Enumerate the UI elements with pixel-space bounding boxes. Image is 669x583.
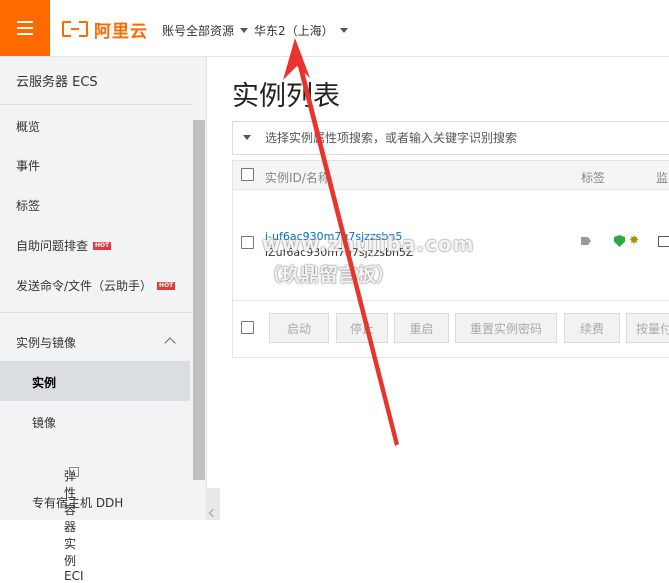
monitor-icon[interactable] (658, 236, 669, 247)
caret-down-icon (339, 28, 348, 33)
pay-as-you-go-button[interactable]: 按量付 (626, 313, 669, 343)
instance-search-bar[interactable] (232, 121, 669, 155)
column-header-monitor: 监 (656, 171, 669, 185)
caret-down-icon (240, 28, 249, 33)
hot-badge: HOT (157, 281, 176, 290)
column-header-tags: 标签 (581, 171, 606, 185)
column-header-id-name: 实例ID/名称 (265, 171, 330, 185)
hamburger-icon (17, 21, 33, 23)
sidebar-scrollbar[interactable] (193, 120, 205, 480)
chevron-up-icon[interactable] (164, 337, 176, 349)
sidebar-item-images[interactable]: 镜像 (0, 401, 190, 441)
renew-button[interactable]: 续费 (564, 313, 620, 343)
sidebar-title[interactable]: 云服务器 ECS (16, 71, 98, 90)
hot-badge: HOT (93, 241, 112, 250)
gear-icon[interactable]: ✸ (629, 234, 641, 246)
select-all-checkbox[interactable] (241, 168, 254, 181)
sidebar-item-eci[interactable]: 弹性容器实例 ECI (0, 441, 190, 583)
restart-button[interactable]: 重启 (394, 313, 449, 343)
account-scope-dropdown[interactable]: 账号全部资源 (162, 22, 249, 39)
batch-select-checkbox[interactable] (241, 321, 254, 334)
stop-button[interactable]: 停止 (336, 313, 388, 343)
instance-id-link[interactable]: i-uf6ac930m7q7sjzzsbn5 (265, 230, 402, 243)
aliyun-logo[interactable]: 阿里云 (62, 19, 148, 42)
instance-name: iZuf6ac930m7q7sjzzsbn5Z (265, 246, 414, 259)
sidebar: 云服务器 ECS 概览 事件 标签 自助问题排查 HOT 发送命令/文件（云助手… (0, 57, 207, 583)
aliyun-logo-icon (62, 21, 88, 37)
brand-name: 阿里云 (94, 21, 148, 42)
external-link-icon (69, 467, 79, 477)
tag-icon[interactable] (581, 237, 591, 245)
table-header: 实例ID/名称 标签 监 (233, 161, 669, 190)
sidebar-collapse-handle[interactable] (206, 488, 220, 520)
top-navbar: 阿里云 账号全部资源 华东2（上海） (0, 0, 669, 57)
sidebar-item-overview[interactable]: 概览 (16, 118, 40, 135)
sidebar-section-instances-images[interactable]: 实例与镜像 (16, 334, 76, 351)
sidebar-item-troubleshoot[interactable]: 自助问题排查 HOT (16, 237, 112, 254)
sidebar-item-ddh[interactable]: 专有宿主机 DDH (0, 481, 190, 521)
start-button[interactable]: 启动 (269, 313, 329, 343)
instance-table: 实例ID/名称 标签 监 i-uf6ac930m7q7sjzzsbn5 iZuf… (232, 160, 669, 358)
sidebar-item-cloud-assistant[interactable]: 发送命令/文件（云助手） HOT (16, 277, 176, 294)
page-title: 实例列表 (232, 81, 340, 112)
security-shield-icon[interactable] (614, 235, 625, 247)
caret-down-icon[interactable] (243, 135, 251, 140)
search-input[interactable] (263, 128, 667, 148)
reset-password-button[interactable]: 重置实例密码 (455, 313, 557, 343)
table-row: i-uf6ac930m7q7sjzzsbn5 iZuf6ac930m7q7sjz… (233, 190, 669, 301)
hamburger-menu-button[interactable] (0, 0, 50, 56)
batch-action-bar: 启动 停止 重启 重置实例密码 续费 按量付 (233, 301, 669, 357)
sidebar-item-tags[interactable]: 标签 (16, 197, 40, 214)
sidebar-item-events[interactable]: 事件 (16, 157, 40, 174)
region-selector[interactable]: 华东2（上海） (254, 22, 348, 39)
chevron-left-icon (208, 508, 218, 518)
row-checkbox[interactable] (241, 236, 254, 249)
sidebar-item-instances[interactable]: 实例 (0, 361, 190, 401)
